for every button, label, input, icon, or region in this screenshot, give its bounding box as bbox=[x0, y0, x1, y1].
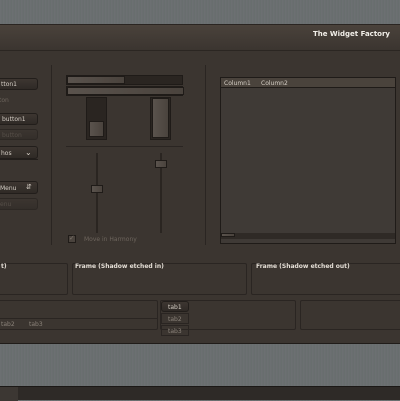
move-in-harmony-checkbox[interactable]: ✓ bbox=[68, 234, 76, 243]
option-menu[interactable]: Menu ⇵ bbox=[0, 181, 38, 194]
column-header-2[interactable]: Column2 bbox=[261, 80, 288, 87]
vertical-slider-2-knob[interactable] bbox=[155, 160, 167, 168]
notebook-left-tab-3[interactable]: tab3 bbox=[161, 325, 189, 336]
notebook-left-tab-2[interactable]: tab2 bbox=[161, 313, 189, 324]
checkmark-icon: ✓ bbox=[69, 234, 75, 242]
vertical-separator-2 bbox=[205, 65, 206, 245]
separator bbox=[0, 159, 38, 160]
frame-left-label: t) bbox=[1, 263, 7, 270]
toggle-button-label: button1 bbox=[2, 116, 26, 123]
disabled-toggle-button: button bbox=[0, 129, 38, 140]
column-header-1[interactable]: Column1 bbox=[224, 80, 251, 87]
disabled-option-menu: enu bbox=[0, 198, 38, 210]
toggle-button[interactable]: button1 bbox=[0, 113, 38, 125]
disabled-toggle-label: button bbox=[2, 132, 22, 139]
vscroll-thumb-1[interactable] bbox=[89, 121, 104, 137]
vertical-slider-1[interactable] bbox=[96, 153, 98, 233]
tree-scrollbar-thumb[interactable] bbox=[221, 233, 235, 237]
notebook-right bbox=[300, 300, 400, 330]
disabled-option-menu-label: enu bbox=[0, 201, 12, 208]
horizontal-scale[interactable] bbox=[66, 86, 184, 96]
notebook-left: tab1 tab2 tab3 bbox=[160, 300, 296, 336]
scrollbar-thumb[interactable] bbox=[67, 76, 125, 84]
notebook-left-tab-1-label: tab1 bbox=[168, 304, 182, 311]
updown-icon: ⇵ bbox=[26, 183, 32, 191]
frame-etched-in-label: Frame (Shadow etched in) bbox=[75, 263, 164, 270]
taskbar bbox=[0, 386, 400, 401]
window-title: The Widget Factory bbox=[312, 30, 390, 38]
tree-view-header: Column1 Column2 bbox=[221, 78, 395, 88]
notebook-bottom-tab-2[interactable]: tab2 bbox=[1, 321, 15, 328]
horizontal-scrollbar[interactable] bbox=[66, 75, 183, 85]
notebook-bottom-divider bbox=[0, 318, 157, 319]
frame-etched-out: Frame (Shadow etched out) bbox=[251, 263, 400, 295]
chevron-down-icon: ⌄ bbox=[25, 148, 32, 157]
button-1-label: tton1 bbox=[1, 81, 17, 88]
combo-box-value: hos bbox=[1, 150, 12, 157]
vertical-scrollbar-2[interactable] bbox=[150, 97, 171, 140]
title-bar[interactable]: The Widget Factory bbox=[0, 25, 400, 51]
notebook-left-tab-1[interactable]: tab1 bbox=[161, 301, 189, 312]
vertical-separator bbox=[51, 65, 52, 245]
frame-etched-in: Frame (Shadow etched in) bbox=[72, 263, 247, 295]
vertical-scrollbar-1[interactable] bbox=[86, 97, 107, 140]
slider-separator bbox=[66, 146, 183, 147]
notebook-bottom-tab-3[interactable]: tab3 bbox=[29, 321, 43, 328]
notebook-left-tab-3-label: tab3 bbox=[168, 328, 182, 335]
taskbar-button[interactable] bbox=[0, 387, 18, 401]
scale-slider[interactable] bbox=[67, 87, 184, 95]
frame-etched-out-label: Frame (Shadow etched out) bbox=[256, 263, 350, 270]
option-menu-label: Menu bbox=[0, 185, 17, 192]
widget-factory-window: The Widget Factory tton1 ton button1 but… bbox=[0, 24, 400, 344]
frame-left: t) bbox=[0, 263, 68, 295]
vertical-slider-1-knob[interactable] bbox=[91, 185, 103, 193]
notebook-bottom: tab2 tab3 bbox=[0, 300, 158, 330]
vscroll-thumb-2[interactable] bbox=[152, 98, 169, 138]
horizontal-scrollbar-tree[interactable] bbox=[221, 233, 395, 239]
disabled-button-label: ton bbox=[0, 97, 9, 104]
move-in-harmony-label: Move in Harmony bbox=[84, 236, 137, 243]
tree-view[interactable]: Column1 Column2 bbox=[220, 77, 396, 244]
combo-box[interactable]: hos ⌄ bbox=[0, 146, 38, 159]
notebook-left-tab-2-label: tab2 bbox=[168, 316, 182, 323]
button-1[interactable]: tton1 bbox=[0, 78, 38, 90]
